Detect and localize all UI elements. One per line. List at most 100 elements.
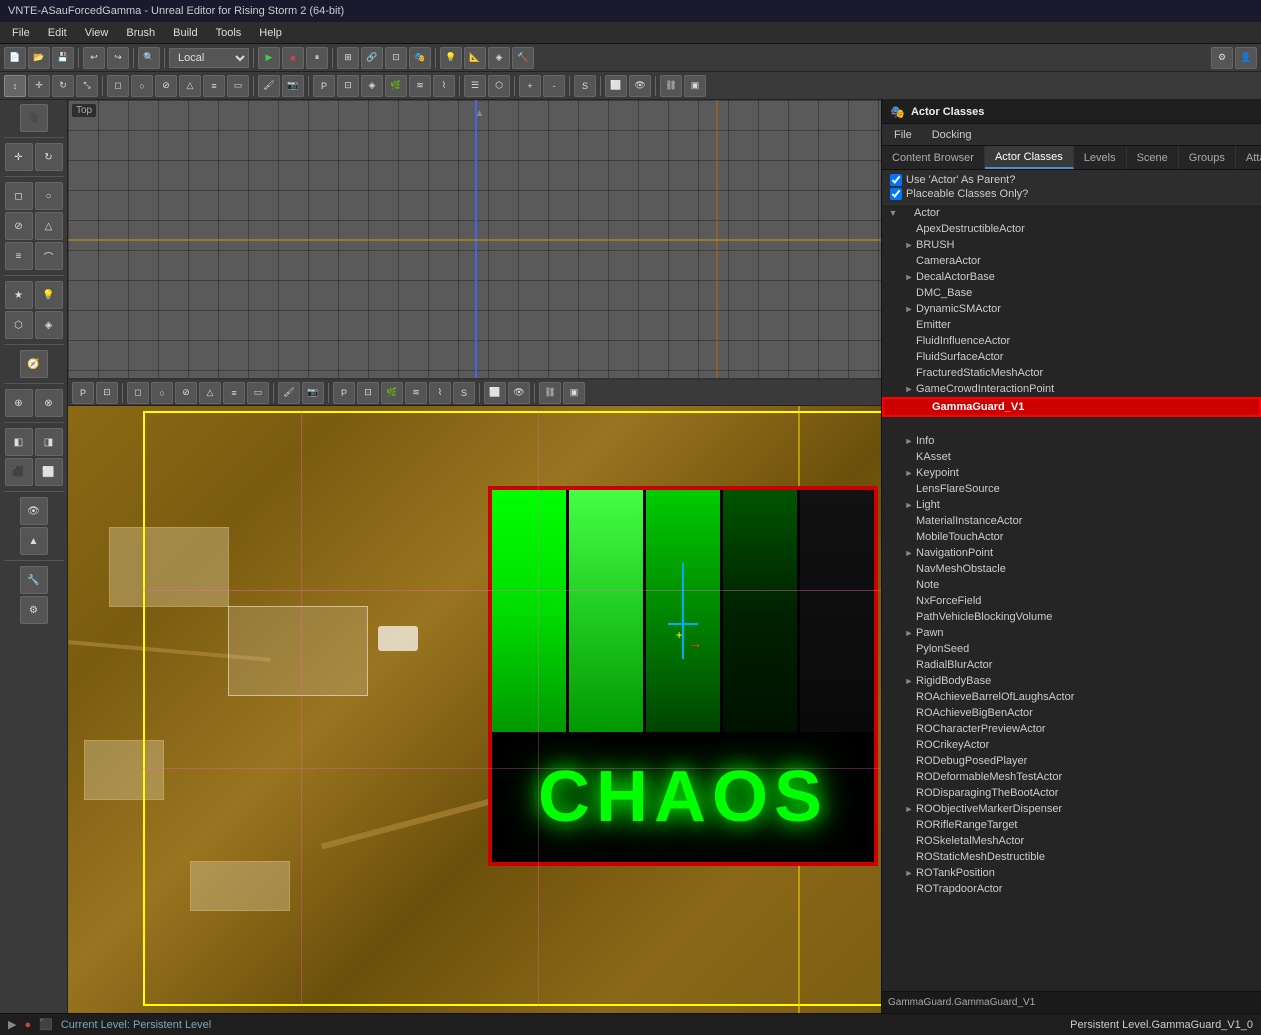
lt-actor[interactable]: ★ (5, 281, 33, 309)
sheet-btn[interactable]: ▭ (227, 75, 249, 97)
vp-chain[interactable]: ⛓ (539, 382, 561, 404)
lt-view-1[interactable]: ◧ (5, 428, 33, 456)
expand-info[interactable]: ► (902, 434, 916, 448)
tree-item-ro-barrel[interactable]: ROAchieveBarrelOfLaughsActor (882, 689, 1261, 705)
expand-actor[interactable]: ▼ (886, 206, 900, 220)
vp-play[interactable]: P (72, 382, 94, 404)
surface-snap-btn[interactable]: ⊡ (337, 75, 359, 97)
vp-spl[interactable]: ⌇ (429, 382, 451, 404)
cyl-btn[interactable]: ⊘ (155, 75, 177, 97)
geo-btn[interactable]: 📐 (464, 47, 486, 69)
expand-pawn[interactable]: ► (902, 626, 916, 640)
tree-item-ro-skel[interactable]: ROSkeletalMeshActor (882, 833, 1261, 849)
physics-btn[interactable]: ≋ (409, 75, 431, 97)
vp-cam[interactable]: 📷 (302, 382, 324, 404)
vp-stairs[interactable]: ≡ (223, 382, 245, 404)
vp-cyl[interactable]: ⊘ (175, 382, 197, 404)
lt-eye[interactable]: 👁 (20, 497, 48, 525)
expand-decal[interactable]: ► (902, 270, 916, 284)
expand-keypoint[interactable]: ► (902, 466, 916, 480)
tree-item-info[interactable]: ► Info (882, 433, 1261, 449)
tree-item-brush[interactable]: ► BRUSH (882, 237, 1261, 253)
tree-item-pawn[interactable]: ► Pawn (882, 625, 1261, 641)
chain-btn[interactable]: ⛓ (660, 75, 682, 97)
eye-btn[interactable]: 👁 (629, 75, 651, 97)
bottom-viewport[interactable]: → + CHAOS (68, 406, 881, 1013)
status-icon-rec[interactable]: ● (24, 1019, 31, 1031)
tree-item-extra[interactable] (882, 417, 1261, 433)
s-btn[interactable]: S (574, 75, 596, 97)
grid-snap-btn[interactable]: P (313, 75, 335, 97)
tree-item-kasset[interactable]: KAsset (882, 449, 1261, 465)
tab-levels[interactable]: Levels (1074, 146, 1127, 169)
tree-item-mobile[interactable]: MobileTouchActor (882, 529, 1261, 545)
lt-cube[interactable]: ◻ (5, 182, 33, 210)
undo-btn[interactable]: ↩ (83, 47, 105, 69)
foliage-btn[interactable]: 🌿 (385, 75, 407, 97)
lt-nav[interactable]: 🧭 (20, 350, 48, 378)
tree-item-navpoint[interactable]: ► NavigationPoint (882, 545, 1261, 561)
tree-item-emitter[interactable]: Emitter (882, 317, 1261, 333)
expand-ro-tank[interactable]: ► (902, 866, 916, 880)
spline-btn[interactable]: ⌇ (433, 75, 455, 97)
lt-pointer[interactable]: ▲ (20, 527, 48, 555)
expand-rigid[interactable]: ► (902, 674, 916, 688)
rect-btn[interactable]: ▣ (684, 75, 706, 97)
menu-edit[interactable]: Edit (40, 25, 75, 41)
vp-phys[interactable]: ≋ (405, 382, 427, 404)
cone-btn[interactable]: △ (179, 75, 201, 97)
snap-btn[interactable]: 🔗 (361, 47, 383, 69)
tree-item-camera[interactable]: CameraActor (882, 253, 1261, 269)
tree-item-ro-obj[interactable]: ► ROObjectiveMarkerDispenser (882, 801, 1261, 817)
move-btn[interactable]: ✛ (28, 75, 50, 97)
search-btn[interactable]: 🔍 (138, 47, 160, 69)
tree-item-matinst[interactable]: MaterialInstanceActor (882, 513, 1261, 529)
tree-item-apex[interactable]: ApexDestructibleActor (882, 221, 1261, 237)
expand-gamecrowd[interactable]: ► (902, 382, 916, 396)
play-btn[interactable]: ▶ (258, 47, 280, 69)
settings-btn[interactable]: ⚙ (1211, 47, 1233, 69)
lt-camera[interactable]: 🎥 (20, 104, 48, 132)
landscape-btn[interactable]: ⬡ (488, 75, 510, 97)
vp-eye2[interactable]: 👁 (508, 382, 530, 404)
redo-btn[interactable]: ↪ (107, 47, 129, 69)
tree-item-ro-bigben[interactable]: ROAchieveBigBenActor (882, 705, 1261, 721)
lt-cone[interactable]: △ (35, 212, 63, 240)
tree-container[interactable]: ▼ Actor ApexDestructibleActor ► BRUSH Ca… (882, 205, 1261, 991)
tree-item-dynamic[interactable]: ► DynamicSMActor (882, 301, 1261, 317)
tree-item-ro-tank[interactable]: ► ROTankPosition (882, 865, 1261, 881)
tree-item-lens[interactable]: LensFlareSource (882, 481, 1261, 497)
tree-item-ro-trap[interactable]: ROTrapdoorActor (882, 881, 1261, 897)
expand-light[interactable]: ► (902, 498, 916, 512)
cb-placeable-only[interactable] (890, 188, 902, 200)
tree-item-actor[interactable]: ▼ Actor (882, 205, 1261, 221)
lt-brush[interactable]: ⬡ (5, 311, 33, 339)
status-icon-play[interactable]: ▶ (8, 1018, 16, 1031)
cube-btn[interactable]: ◻ (107, 75, 129, 97)
cb-use-actor[interactable] (890, 174, 902, 186)
menu-file[interactable]: File (4, 25, 38, 41)
vp-grid[interactable]: P (333, 382, 355, 404)
window-btn[interactable]: ⬜ (605, 75, 627, 97)
vp-win[interactable]: ⬜ (484, 382, 506, 404)
tab-groups[interactable]: Groups (1179, 146, 1236, 169)
tab-scene[interactable]: Scene (1127, 146, 1179, 169)
panel-menu-docking[interactable]: Docking (924, 127, 980, 143)
stairs-btn[interactable]: ≡ (203, 75, 225, 97)
bsp-btn[interactable]: ◈ (488, 47, 510, 69)
lt-cyl[interactable]: ⊘ (5, 212, 33, 240)
menu-tools[interactable]: Tools (208, 25, 250, 41)
tree-item-note[interactable]: Note (882, 577, 1261, 593)
scale-btn[interactable]: ⤡ (76, 75, 98, 97)
lt-view-4[interactable]: ⬜ (35, 458, 63, 486)
vert-snap-btn[interactable]: ◈ (361, 75, 383, 97)
tree-item-ro-debug[interactable]: RODebugPosedPlayer (882, 753, 1261, 769)
tree-item-dmc[interactable]: DMC_Base (882, 285, 1261, 301)
tree-item-nxforce[interactable]: NxForceField (882, 593, 1261, 609)
tab-attach[interactable]: Attach... (1236, 146, 1261, 169)
paint-btn[interactable]: 🖌 (258, 75, 280, 97)
lt-settings[interactable]: ⚙ (20, 596, 48, 624)
actor-btn[interactable]: 🎭 (409, 47, 431, 69)
open-btn[interactable]: 📂 (28, 47, 50, 69)
lt-wrench[interactable]: 🔧 (20, 566, 48, 594)
